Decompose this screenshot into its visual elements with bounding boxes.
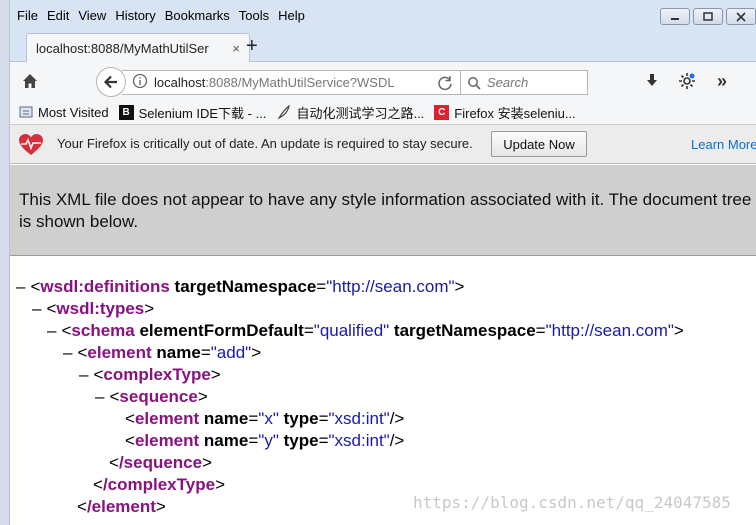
url-host: localhost	[154, 75, 206, 90]
xml-attr-value: "qualified"	[313, 321, 390, 340]
notification-text: Your Firefox is critically out of date. …	[57, 136, 473, 151]
xml-tag: wsdl:definitions	[40, 277, 170, 296]
back-button[interactable]	[96, 67, 126, 97]
tree-line: </sequence>	[109, 453, 213, 472]
tree-line: – <wsdl:types>	[32, 299, 155, 318]
feather-icon	[276, 105, 291, 120]
bookmark-selenium-ide[interactable]: B Selenium IDE下载 - ...	[118, 103, 267, 122]
tab-bar: localhost:8088/MyMathUtilSer × +	[10, 30, 756, 63]
xml-tag: sequence	[119, 387, 198, 406]
url-path: :8088/MyMathUtilService?WSDL	[205, 75, 395, 90]
xml-tag: /complexType	[102, 475, 216, 494]
bookmark-label: Firefox 安装seleniu...	[454, 105, 576, 121]
menu-file[interactable]: File	[17, 8, 38, 23]
xml-tree: – <wsdl:definitions targetNamespace="http…	[10, 257, 756, 525]
bookmarks-bar: Most Visited B Selenium IDE下载 - ... 自动化测…	[10, 100, 756, 125]
menu-tools[interactable]: Tools	[239, 8, 269, 23]
menu-help[interactable]: Help	[278, 8, 305, 23]
xml-tag: element	[134, 409, 200, 428]
bookmark-c-icon: C	[434, 104, 450, 120]
bookmark-automation-testing[interactable]: 自动化测试学习之路...	[276, 103, 424, 122]
navigation-bar: localhost:8088/MyMathUtilService?WSDL Se…	[10, 62, 756, 100]
collapse-toggle[interactable]: –	[47, 321, 56, 340]
update-now-button[interactable]: Update Now	[491, 131, 587, 157]
xml-attr-name: targetNamespace	[393, 321, 536, 340]
xml-tag: wsdl:types	[56, 299, 145, 318]
xml-info-message: This XML file does not appear to have an…	[10, 165, 756, 256]
close-icon[interactable]	[726, 8, 756, 25]
menu-view[interactable]: View	[78, 8, 106, 23]
bookmark-label: Selenium IDE下载 - ...	[138, 105, 267, 121]
xml-attr-value: "y"	[258, 431, 279, 450]
window-frame	[0, 0, 10, 525]
restore-icon[interactable]	[693, 8, 723, 25]
xml-tag: /element	[86, 497, 156, 516]
xml-attr-value: "xsd:int"	[328, 409, 390, 428]
tree-line: </element>	[77, 497, 166, 516]
window-controls	[660, 8, 756, 25]
watermark: https://blog.csdn.net/qq_24047585	[413, 493, 731, 512]
tab-active[interactable]: localhost:8088/MyMathUtilSer ×	[26, 33, 250, 63]
xml-attr-name: type	[283, 409, 319, 428]
tree-line: – <schema elementFormDefault="qualified" …	[47, 321, 684, 340]
learn-more-link[interactable]: Learn More	[691, 137, 756, 152]
tree-line: – <sequence>	[95, 387, 208, 406]
xml-attr-name: type	[283, 431, 319, 450]
bookmark-most-visited[interactable]: Most Visited	[18, 105, 109, 120]
url-bar[interactable]: localhost:8088/MyMathUtilService?WSDL	[122, 70, 462, 95]
collapse-toggle[interactable]: –	[95, 387, 104, 406]
search-placeholder: Search	[487, 75, 529, 90]
reload-icon[interactable]	[437, 75, 453, 94]
bookmark-folder-icon	[18, 105, 33, 120]
xml-attr-value: "x"	[258, 409, 279, 428]
menu-history[interactable]: History	[115, 8, 155, 23]
collapse-toggle[interactable]: –	[16, 277, 25, 296]
xml-attr-value: "xsd:int"	[328, 431, 390, 450]
bookmark-label: 自动化测试学习之路...	[296, 105, 425, 121]
xml-tag: /sequence	[118, 453, 203, 472]
search-icon	[468, 76, 481, 90]
xml-attr-name: name	[203, 409, 249, 428]
collapse-toggle[interactable]: –	[63, 343, 72, 362]
xml-tag: element	[134, 431, 200, 450]
xml-tag: element	[87, 343, 152, 362]
new-tab-icon[interactable]: +	[246, 36, 258, 56]
tree-line: <element name="x" type="xsd:int"/>	[125, 409, 405, 428]
extensions-icon[interactable]	[678, 72, 696, 90]
xml-attr-value: "add"	[210, 343, 252, 362]
info-icon[interactable]	[132, 73, 148, 92]
bookmark-firefox-selenium[interactable]: C Firefox 安装seleniu...	[434, 103, 576, 122]
menu-bar: File Edit View History Bookmarks Tools H…	[10, 0, 756, 30]
collapse-toggle[interactable]: –	[79, 365, 88, 384]
tree-line: </complexType>	[93, 475, 225, 494]
xml-attr-value: "http://sean.com"	[545, 321, 674, 340]
update-notification: Your Firefox is critically out of date. …	[10, 125, 756, 164]
tree-line: – <element name="add">	[63, 343, 262, 362]
minimize-icon[interactable]	[660, 8, 690, 25]
back-arrow-icon	[103, 75, 117, 89]
xml-attr-name: elementFormDefault	[139, 321, 304, 340]
download-icon[interactable]	[643, 72, 661, 90]
tab-title: localhost:8088/MyMathUtilSer	[36, 41, 209, 56]
xml-tag: schema	[71, 321, 135, 340]
search-input[interactable]: Search	[460, 70, 588, 95]
collapse-toggle[interactable]: –	[32, 299, 41, 318]
url-text: localhost:8088/MyMathUtilService?WSDL	[154, 75, 395, 90]
xml-tag: complexType	[103, 365, 211, 384]
xml-attr-name: name	[203, 431, 249, 450]
tree-line: – <wsdl:definitions targetNamespace="http…	[16, 277, 465, 296]
bookmark-b-icon: B	[118, 104, 134, 120]
xml-attr-name: name	[156, 343, 201, 362]
xml-attr-name: targetNamespace	[174, 277, 317, 296]
tab-close-icon[interactable]: ×	[232, 41, 240, 56]
bookmark-label: Most Visited	[38, 104, 109, 120]
heartbeat-icon	[18, 133, 44, 157]
tree-line: <element name="y" type="xsd:int"/>	[125, 431, 405, 450]
menu-bookmarks[interactable]: Bookmarks	[165, 8, 230, 23]
overflow-icon[interactable]: »	[713, 71, 731, 91]
tree-line: – <complexType>	[79, 365, 221, 384]
home-icon[interactable]	[20, 71, 40, 91]
xml-attr-value: "http://sean.com"	[326, 277, 455, 296]
menu-edit[interactable]: Edit	[47, 8, 69, 23]
